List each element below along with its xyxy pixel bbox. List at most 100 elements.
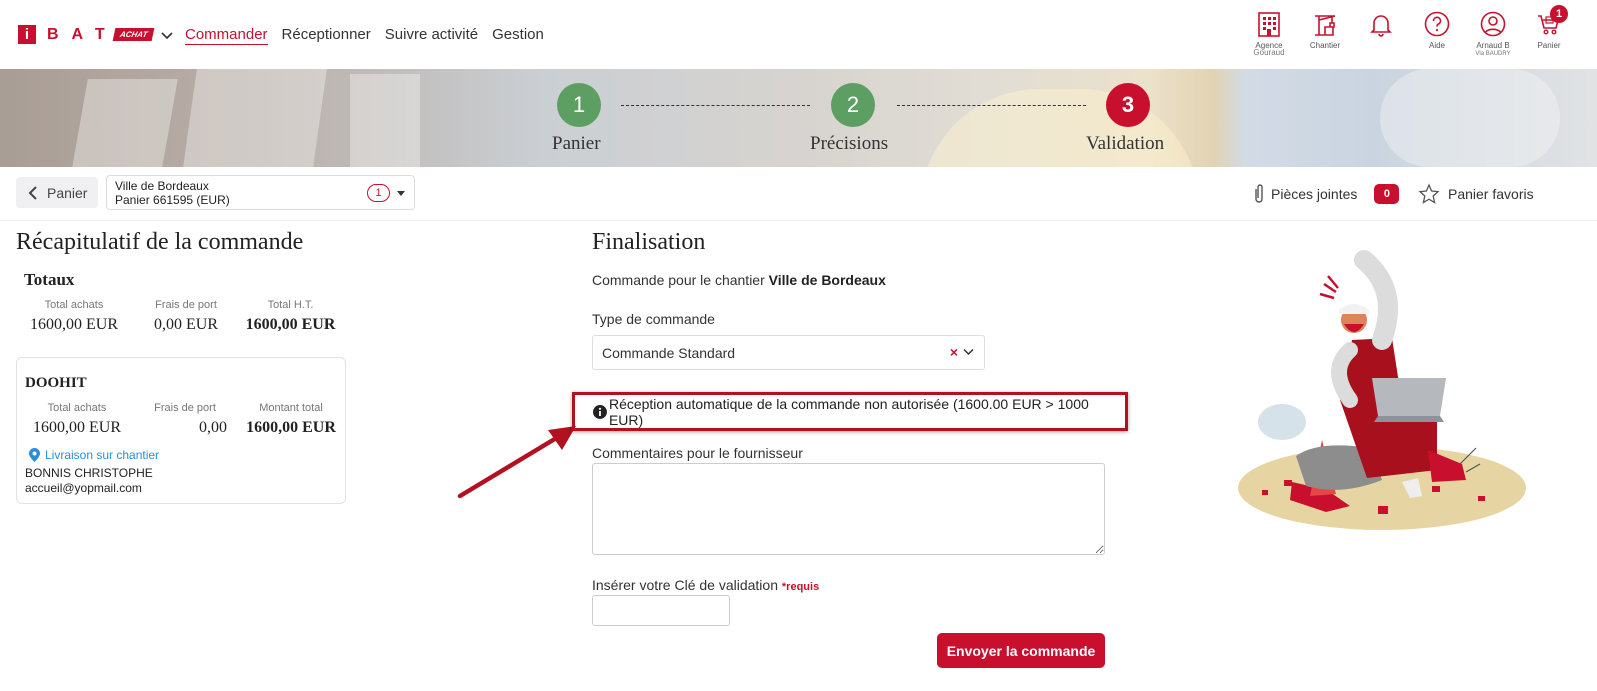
aide-button[interactable]: Aide [1409, 10, 1465, 57]
cart-label: Panier [1537, 41, 1561, 50]
supplier-contact: BONNIS CHRISTOPHE accueil@yopmail.com [25, 466, 153, 496]
chantier-prefix: Commande pour le chantier [592, 272, 765, 288]
order-type-label: Type de commande [592, 311, 715, 327]
user-sub: Vla BAUDRY [1475, 51, 1511, 57]
back-to-cart-button[interactable]: Panier [16, 177, 98, 208]
logo-tag: ACHAT [112, 28, 155, 41]
attachments-count-badge: 0 [1374, 184, 1400, 204]
delivery-label: Livraison sur chantier [45, 448, 160, 462]
user-icon [1480, 11, 1506, 37]
paperclip-icon [1255, 184, 1263, 203]
favorites-label: Panier favoris [1448, 186, 1534, 202]
supplier-card: DOOHIT Total achats 1600,00 EUR Frais de… [16, 357, 346, 504]
supplier-total-value: 1600,00 EUR [246, 419, 336, 436]
contact-name: BONNIS CHRISTOPHE [25, 466, 153, 480]
totals-achats-label: Total achats [44, 299, 104, 311]
cart-item-count: 1 [367, 184, 390, 202]
nav-receptionner[interactable]: Réceptionner [282, 26, 371, 45]
step-1-circle[interactable]: 1 [557, 83, 601, 127]
attachments-button[interactable]: Pièces jointes 0 [1253, 183, 1400, 205]
chantier-line: Commande pour le chantier Ville de Borde… [592, 272, 886, 288]
building-icon [1258, 12, 1280, 37]
step-2-circle[interactable]: 2 [831, 83, 875, 127]
aide-label: Aide [1428, 41, 1445, 50]
cart-id: Panier 661595 (EUR) [115, 193, 230, 207]
totals-achats: Total achats 1600,00 EUR [24, 299, 124, 334]
totals-port-value: 0,00 EUR [154, 316, 218, 333]
top-navbar: i BAT ACHAT Commander Réceptionner Suivr… [0, 0, 1597, 69]
nav-commander[interactable]: Commander [185, 26, 268, 45]
logo-letters: BAT [47, 25, 118, 43]
step-connector [897, 105, 1086, 106]
supplier-total: Montant total 1600,00 EUR [239, 402, 343, 437]
supplier-achats-value: 1600,00 EUR [33, 419, 121, 436]
supplier-total-label: Montant total [259, 402, 323, 414]
order-type-value: Commande Standard [602, 345, 736, 361]
nav-gestion[interactable]: Gestion [492, 26, 544, 45]
finalisation-title: Finalisation [592, 229, 706, 255]
validation-key-label-text: Insérer votre Clé de validation [592, 577, 778, 593]
supplier-name: DOOHIT [25, 375, 87, 391]
chevron-down-icon[interactable] [963, 348, 974, 356]
chantier-label: Chantier [1309, 41, 1341, 50]
favorites-button[interactable]: Panier favoris [1418, 183, 1534, 205]
totals-ht-value: 1600,00 EUR [245, 316, 336, 333]
chantier-name: Ville de Bordeaux [768, 272, 886, 288]
help-icon [1424, 11, 1450, 37]
ibat-logo[interactable]: i BAT ACHAT [18, 25, 173, 44]
cart-count-badge: 1 [1550, 5, 1568, 23]
supplier-achats: Total achats 1600,00 EUR [25, 402, 129, 437]
supplier-port-value: 0,00 [199, 419, 227, 436]
attachments-label: Pièces jointes [1271, 186, 1358, 202]
validation-key-label: Insérer votre Clé de validation *requis [592, 577, 819, 593]
nav-suivre-activite[interactable]: Suivre activité [385, 26, 478, 45]
send-order-button[interactable]: Envoyer la commande [937, 633, 1105, 668]
cart-toolbar: Panier Ville de Bordeaux Panier 661595 (… [0, 167, 1597, 221]
reception-warning-text: Réception automatique de la commande non… [608, 395, 1089, 428]
cart-name: Ville de Bordeaux [115, 179, 209, 193]
user-button[interactable]: Arnaud B Vla BAUDRY [1465, 10, 1521, 57]
chantier-button[interactable]: Chantier [1297, 10, 1353, 57]
step-2-label: Précisions [810, 133, 889, 154]
step-3-circle[interactable]: 3 [1106, 83, 1150, 127]
worker-illustration [1238, 250, 1526, 530]
step-3-label: Validation [1086, 133, 1165, 154]
main-nav: Commander Réceptionner Suivre activité G… [185, 26, 544, 45]
chevron-down-icon[interactable] [161, 29, 173, 41]
step-connector [621, 105, 810, 106]
location-pin-icon [29, 448, 40, 462]
delivery-mode: Livraison sur chantier [29, 448, 159, 462]
supplier-port-label: Frais de port [154, 402, 216, 414]
totals-ht: Total H.T. 1600,00 EUR [238, 299, 343, 334]
totals-port-label: Frais de port [155, 299, 217, 311]
chevron-left-icon [28, 185, 37, 200]
agence-sub: Gouraud [1253, 48, 1285, 57]
reception-warning: Réception automatique de la commande non… [572, 392, 1128, 431]
recap-title: Récapitulatif de la commande [16, 229, 304, 255]
cart-selector[interactable]: Ville de Bordeaux Panier 661595 (EUR) 1 [106, 175, 415, 210]
bell-icon [1370, 15, 1392, 37]
notifications-button[interactable] [1353, 10, 1409, 57]
logo-i: i [18, 25, 36, 44]
top-icons: Agence Gouraud Chantier Aide Arnaud B Vl… [1241, 5, 1577, 57]
contact-email: accueil@yopmail.com [25, 481, 142, 495]
order-type-select[interactable]: Commande Standard × [592, 335, 985, 370]
user-label: Arnaud B [1476, 41, 1510, 50]
supplier-achats-label: Total achats [47, 402, 107, 414]
validation-key-input[interactable] [592, 595, 730, 626]
agence-button[interactable]: Agence Gouraud [1241, 10, 1297, 57]
totals-title: Totaux [24, 270, 75, 289]
supplier-port: Frais de port 0,00 [143, 402, 227, 437]
required-marker: *requis [781, 581, 820, 593]
supplier-comment-textarea[interactable] [592, 463, 1105, 555]
totals-achats-value: 1600,00 EUR [30, 316, 118, 333]
star-icon [1418, 183, 1440, 204]
clear-icon[interactable]: × [950, 344, 958, 360]
caret-down-icon [397, 191, 405, 196]
annotation-arrow [457, 426, 576, 499]
totals-port: Frais de port 0,00 EUR [140, 299, 232, 334]
back-label: Panier [47, 184, 88, 201]
crane-icon [1315, 15, 1336, 36]
cart-button[interactable]: Panier 1 [1521, 5, 1577, 57]
step-1-label: Panier [552, 133, 601, 154]
